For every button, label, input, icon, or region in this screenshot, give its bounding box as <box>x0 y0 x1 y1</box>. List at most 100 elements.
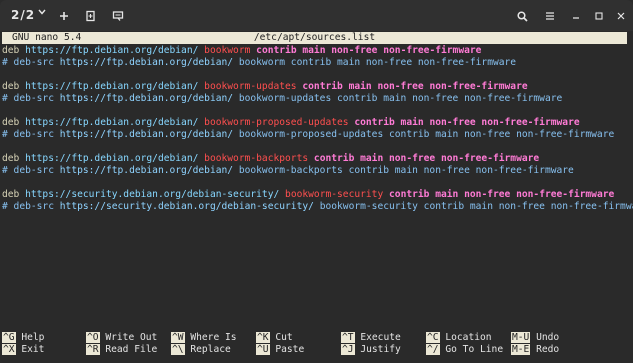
line-segment: deb <box>2 117 26 128</box>
shortcut-label: Location <box>439 332 492 343</box>
shortcut-label: Write Out <box>99 332 158 343</box>
line-segment: # deb-src <box>2 201 60 212</box>
line-segment: https://ftp.debian.org/debian/ <box>25 81 199 92</box>
shortcut-read-file[interactable]: ^R Read File <box>86 344 157 356</box>
editor-line: deb https://security.debian.org/debian-s… <box>2 189 627 201</box>
shortcut-label: Undo <box>530 332 560 343</box>
line-segment: deb <box>2 81 26 92</box>
shortcut-label: Paste <box>269 344 305 355</box>
shortcut-location[interactable]: ^C Location <box>426 332 492 344</box>
maximize-icon[interactable] <box>589 6 609 26</box>
line-segment: bookworm-proposed-updates <box>204 117 349 128</box>
shortcut-label: Help <box>15 332 45 343</box>
minimize-icon[interactable] <box>566 6 586 26</box>
line-segment: https://security.debian.org/debian-secur… <box>25 189 280 200</box>
line-segment: https://ftp.debian.org/debian/ <box>59 129 234 140</box>
line-segment: bookworm <box>204 45 251 56</box>
line-segment: # deb-src <box>2 57 60 68</box>
shortcut-key: ^G <box>2 332 16 343</box>
shortcut-key: ^W <box>171 332 185 343</box>
editor-line: deb https://ftp.debian.org/debian/ bookw… <box>2 81 627 93</box>
line-segment: https://ftp.debian.org/debian/ <box>25 153 199 164</box>
editor-line: # deb-src https://ftp.debian.org/debian/… <box>2 165 627 177</box>
shortcut-key: ^/ <box>426 344 440 355</box>
shortcut-key: ^T <box>341 332 355 343</box>
terminal-window: 2/2 GNU nano 5.4 /etc/apt/sources.list d… <box>0 0 633 363</box>
chevron-down-icon[interactable] <box>38 8 46 19</box>
line-segment: bookworm-security contrib main non-free … <box>313 201 633 212</box>
shortcut-undo[interactable]: M-U Undo <box>511 332 559 344</box>
editor-line: deb https://ftp.debian.org/debian/ bookw… <box>2 153 627 165</box>
line-segment: https://ftp.debian.org/debian/ <box>59 165 234 176</box>
shortcut-write-out[interactable]: ^O Write Out <box>86 332 157 344</box>
shortcut-replace[interactable]: ^\ Replace <box>171 344 231 356</box>
menu-icon[interactable] <box>540 6 560 26</box>
close-icon[interactable] <box>611 6 631 26</box>
line-segment: contrib main non-free non-free-firmware <box>348 117 580 128</box>
editor-line: # deb-src https://ftp.debian.org/debian/… <box>2 129 627 141</box>
shortcut-label: Where Is <box>184 332 237 343</box>
shortcut-row: ^G Help ^O Write Out ^W Where Is ^K Cut ^T E… <box>2 332 627 344</box>
shortcut-exit[interactable]: ^X Exit <box>2 344 44 356</box>
line-segment: bookworm-proposed-updates contrib main n… <box>233 129 615 140</box>
line-segment: deb <box>2 189 26 200</box>
editor-buffer[interactable]: deb https://ftp.debian.org/debian/ bookw… <box>2 45 633 213</box>
shortcut-key: ^U <box>256 344 270 355</box>
shortcut-label: Read File <box>99 344 158 355</box>
line-segment: contrib main non-free non-free-firmware <box>308 153 540 164</box>
shortcut-label: Execute <box>354 332 401 343</box>
nano-filename: /etc/apt/sources.list <box>253 32 376 43</box>
line-segment: https://ftp.debian.org/debian/ <box>59 57 234 68</box>
line-segment: contrib main non-free non-free-firmware <box>250 45 482 56</box>
editor-line: # deb-src https://ftp.debian.org/debian/… <box>2 93 627 105</box>
shortcut-key: ^J <box>341 344 355 355</box>
shortcut-cut[interactable]: ^K Cut <box>256 332 293 344</box>
line-segment: bookworm contrib main non-free non-free-… <box>233 57 517 68</box>
shortcut-key: ^K <box>256 332 270 343</box>
line-segment: bookworm-updates contrib main non-free n… <box>233 93 563 104</box>
line-segment: contrib main non-free non-free-firmware <box>383 189 615 200</box>
line-segment: bookworm-backports contrib main non-free… <box>233 165 574 176</box>
split-pane-icon[interactable] <box>81 6 101 26</box>
shortcut-redo[interactable]: M-E Redo <box>511 344 559 356</box>
line-segment: # deb-src <box>2 165 60 176</box>
plus-icon[interactable] <box>54 6 74 26</box>
line-segment: # deb-src <box>2 93 60 104</box>
line-segment: https://ftp.debian.org/debian/ <box>25 45 199 56</box>
search-icon[interactable] <box>512 6 532 26</box>
shortcut-label: Justify <box>354 344 401 355</box>
shortcut-justify[interactable]: ^J Justify <box>341 344 401 356</box>
line-segment: # deb-src <box>2 129 60 140</box>
line-segment: https://security.debian.org/debian-secur… <box>59 201 314 212</box>
line-segment: bookworm-updates <box>204 81 297 92</box>
line-segment: bookworm-security <box>285 189 384 200</box>
shortcut-key: ^O <box>86 332 100 343</box>
editor-line: # deb-src https://ftp.debian.org/debian/… <box>2 57 627 69</box>
shortcut-go-to-line[interactable]: ^/ Go To Line <box>426 344 503 356</box>
shortcut-key: M-U <box>511 332 531 343</box>
titlebar: 2/2 <box>0 0 633 31</box>
line-segment: https://ftp.debian.org/debian/ <box>59 93 234 104</box>
shortcut-paste[interactable]: ^U Paste <box>256 344 304 356</box>
shortcut-where-is[interactable]: ^W Where Is <box>171 332 237 344</box>
line-segment: contrib main non-free non-free-firmware <box>296 81 528 92</box>
shortcut-label: Go To Line <box>439 344 504 355</box>
shortcut-help[interactable]: ^G Help <box>2 332 44 344</box>
shortcut-row: ^X Exit ^R Read File ^\ Replace ^U Paste ^J … <box>2 344 627 356</box>
broadcast-icon[interactable] <box>108 6 128 26</box>
line-segment: bookworm-backports <box>204 153 309 164</box>
shortcut-bar: ^G Help ^O Write Out ^W Where Is ^K Cut ^T E… <box>2 332 627 356</box>
shortcut-label: Redo <box>530 344 560 355</box>
shortcut-key: ^X <box>2 344 16 355</box>
shortcut-key: ^C <box>426 332 440 343</box>
shortcut-key: ^R <box>86 344 100 355</box>
terminal-area[interactable]: GNU nano 5.4 /etc/apt/sources.list deb h… <box>0 31 633 363</box>
line-segment: https://ftp.debian.org/debian/ <box>25 117 199 128</box>
shortcut-label: Replace <box>184 344 231 355</box>
shortcut-label: Exit <box>15 344 45 355</box>
editor-line: deb https://ftp.debian.org/debian/ bookw… <box>2 117 627 129</box>
tab-counter[interactable]: 2/2 <box>11 8 35 22</box>
shortcut-execute[interactable]: ^T Execute <box>341 332 401 344</box>
